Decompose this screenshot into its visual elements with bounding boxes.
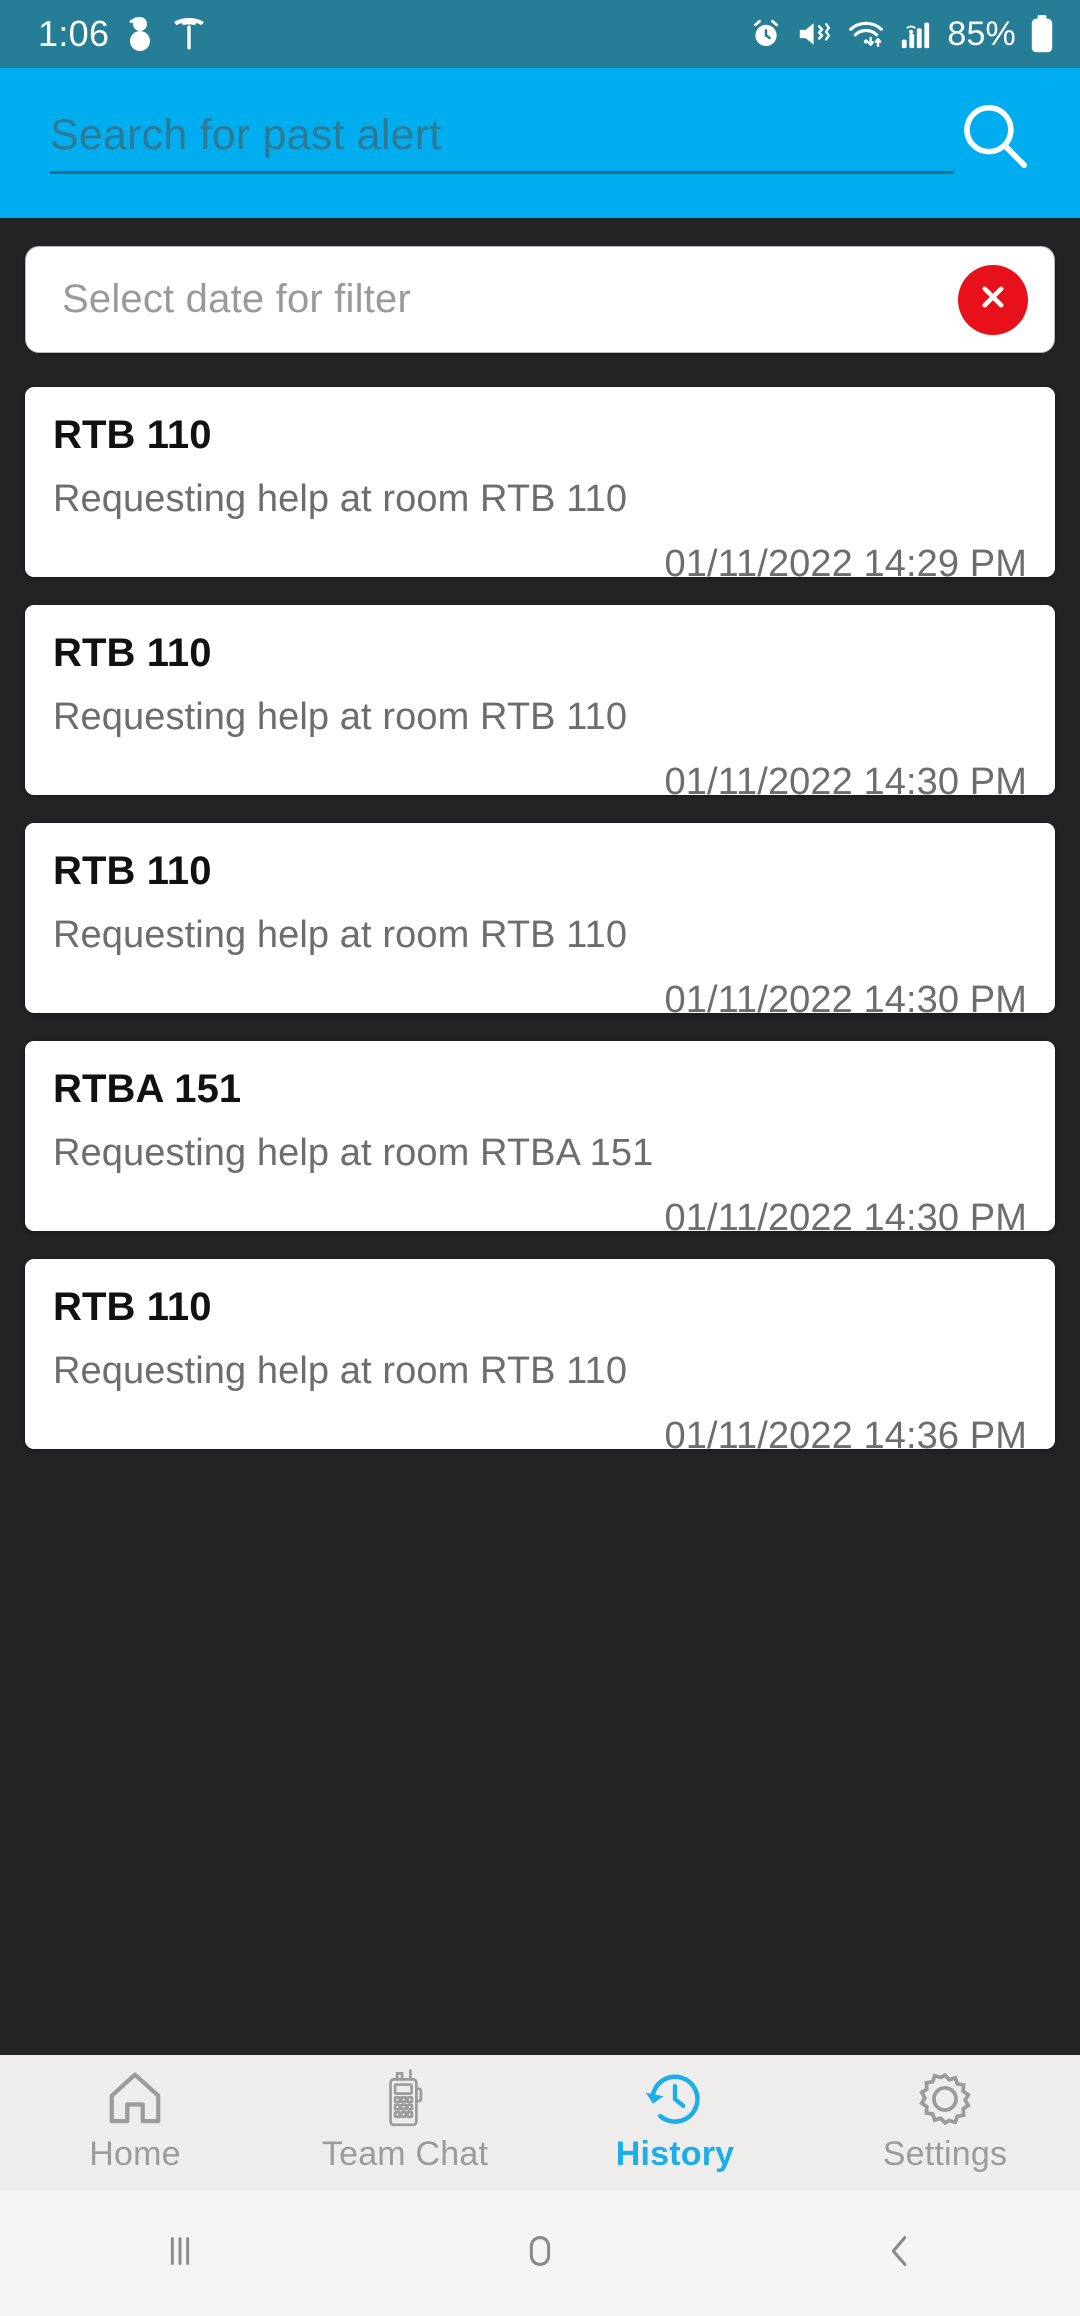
- status-bar-right: 85%: [749, 15, 1054, 54]
- alert-card[interactable]: RTB 110 Requesting help at room RTB 110 …: [25, 1259, 1055, 1457]
- clock-time: 1:06: [38, 13, 110, 54]
- home-icon: [104, 2065, 166, 2133]
- alert-title: RTB 110: [53, 849, 212, 893]
- gear-icon: [914, 2065, 976, 2133]
- tab-history[interactable]: History: [540, 2065, 810, 2174]
- back-chevron-icon: [877, 2228, 923, 2279]
- alert-timestamp: 01/11/2022 14:30 PM: [664, 760, 1027, 803]
- alert-history-list: RTB 110 Requesting help at room RTB 110 …: [25, 387, 1055, 1457]
- tab-label-team-chat: Team Chat: [321, 2135, 489, 2173]
- date-filter-field[interactable]: Select date for filter: [25, 246, 1055, 353]
- tab-team-chat[interactable]: Team Chat: [270, 2065, 540, 2174]
- tab-label-settings: Settings: [882, 2135, 1008, 2173]
- phone-screen: 1:06 85% Search for past alert Select da…: [0, 0, 1080, 2316]
- android-navigation-bar: [0, 2190, 1080, 2316]
- clear-date-filter-button[interactable]: [958, 264, 1028, 335]
- alert-message: Requesting help at room RTB 110: [53, 1350, 628, 1392]
- back-button[interactable]: [720, 2228, 1080, 2279]
- search-icon: [956, 98, 1034, 181]
- home-button[interactable]: [360, 2228, 720, 2279]
- alert-title: RTB 110: [53, 631, 212, 675]
- status-bar: 1:06 85%: [0, 0, 1080, 68]
- cellular-signal-icon: [899, 17, 933, 51]
- search-input[interactable]: Search for past alert: [50, 111, 954, 174]
- tab-label-home: Home: [89, 2135, 181, 2173]
- tab-settings[interactable]: Settings: [810, 2065, 1080, 2174]
- alarm-icon: [749, 17, 783, 51]
- date-filter-placeholder: Select date for filter: [62, 277, 412, 321]
- home-pill-icon: [517, 2228, 563, 2279]
- alert-timestamp: 01/11/2022 14:30 PM: [664, 978, 1027, 1021]
- walkie-talkie-icon: [376, 2065, 434, 2133]
- tab-label-history: History: [615, 2135, 735, 2173]
- recents-icon: [157, 2228, 203, 2279]
- search-button[interactable]: [940, 98, 1050, 181]
- alert-title: RTB 110: [53, 413, 212, 457]
- alert-card[interactable]: RTB 110 Requesting help at room RTB 110 …: [25, 387, 1055, 585]
- mute-vibrate-icon: [797, 18, 833, 50]
- alert-timestamp: 01/11/2022 14:29 PM: [664, 542, 1027, 585]
- recents-button[interactable]: [0, 2228, 360, 2279]
- alert-timestamp: 01/11/2022 14:30 PM: [664, 1196, 1027, 1239]
- alert-message: Requesting help at room RTBA 151: [53, 1132, 654, 1174]
- search-header: Search for past alert: [0, 68, 1080, 218]
- alert-title: RTBA 151: [53, 1067, 242, 1111]
- alert-message: Requesting help at room RTB 110: [53, 914, 628, 956]
- alert-title: RTB 110: [53, 1285, 212, 1329]
- wifi-icon: [847, 18, 885, 50]
- history-clock-icon: [643, 2065, 707, 2133]
- battery-icon: [1030, 15, 1054, 53]
- snowman-icon: [125, 15, 155, 53]
- tab-home[interactable]: Home: [0, 2065, 270, 2174]
- alert-message: Requesting help at room RTB 110: [53, 696, 628, 738]
- alert-card[interactable]: RTB 110 Requesting help at room RTB 110 …: [25, 823, 1055, 1021]
- search-placeholder-text: Search for past alert: [50, 111, 442, 160]
- tesla-icon: [171, 17, 207, 51]
- alert-message: Requesting help at room RTB 110: [53, 478, 628, 520]
- close-circle-icon: [975, 279, 1011, 320]
- alert-timestamp: 01/11/2022 14:36 PM: [664, 1414, 1027, 1457]
- bottom-tab-bar: Home Team Chat History Settings: [0, 2055, 1080, 2190]
- search-underline: [50, 170, 954, 174]
- alert-card[interactable]: RTB 110 Requesting help at room RTB 110 …: [25, 605, 1055, 803]
- main-content: Select date for filter RTB 110 Requestin…: [0, 218, 1080, 2055]
- alert-card[interactable]: RTBA 151 Requesting help at room RTBA 15…: [25, 1041, 1055, 1239]
- status-bar-left: 1:06: [38, 15, 207, 53]
- battery-percent-label: 85%: [947, 14, 1016, 53]
